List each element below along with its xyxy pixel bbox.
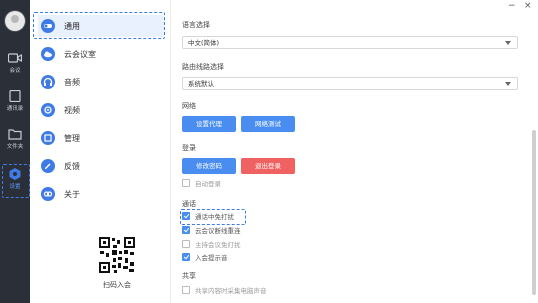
change-password-button[interactable]: 修改密码	[182, 158, 236, 174]
scrollbar[interactable]	[532, 130, 536, 295]
video-camera-icon	[8, 53, 22, 63]
qr-code-icon	[98, 236, 136, 274]
avatar[interactable]	[5, 11, 25, 31]
checkbox-label: 主持会议免打扰	[195, 241, 241, 249]
network-section-title: 网络	[182, 102, 196, 110]
category-manage[interactable]: 管理	[38, 127, 164, 149]
share-section-title: 共享	[182, 272, 196, 280]
about-icon	[41, 187, 55, 201]
network-test-button[interactable]: 网络测试	[241, 116, 295, 132]
checkbox-label: 共享内容时采集电脑声音	[195, 287, 267, 295]
rail-item-label: 通讯录	[6, 106, 24, 112]
folder-icon	[8, 129, 22, 140]
rail-item-label: 会议	[9, 68, 21, 74]
proxy-settings-button[interactable]: 设置代理	[182, 116, 236, 132]
headphones-icon	[41, 75, 55, 89]
logout-button[interactable]: 退出登录	[241, 158, 295, 174]
checkbox-label: 入会提示音	[195, 254, 228, 262]
manage-icon	[41, 131, 55, 145]
minimize-button[interactable]: −	[508, 1, 516, 11]
category-audio[interactable]: 音频	[38, 71, 164, 93]
route-section-title: 路由线路选择	[182, 63, 224, 71]
category-label: 云会议室	[64, 49, 96, 59]
checkbox-box	[182, 253, 190, 261]
close-button[interactable]: ×	[524, 1, 532, 11]
category-video[interactable]: 视频	[38, 99, 164, 121]
category-about[interactable]: 关于	[38, 183, 164, 205]
route-select[interactable]: 系统默认	[182, 77, 518, 90]
category-label: 管理	[64, 133, 80, 143]
category-cloud-room[interactable]: 云会议室	[38, 43, 164, 65]
contacts-icon	[9, 90, 21, 102]
language-section-title: 语言选择	[182, 21, 210, 29]
checkbox-box	[182, 226, 190, 234]
checkbox-box	[182, 240, 190, 248]
category-label: 音频	[64, 77, 80, 87]
chevron-down-icon	[505, 41, 511, 45]
call-section-title: 通话	[182, 200, 196, 208]
join-sound-checkbox[interactable]: 入会提示音	[182, 252, 228, 262]
category-label: 反馈	[64, 161, 80, 171]
host-dnd-checkbox[interactable]: 主持会议免打扰	[182, 239, 241, 249]
checkbox-label: 自动登录	[195, 180, 221, 188]
category-label: 视频	[64, 105, 80, 115]
app-nav-rail: 会议 通讯录 文件夹 设置	[0, 0, 30, 303]
language-select-value: 中文(简体)	[188, 39, 220, 47]
qr-label: 扫码入会	[103, 281, 131, 289]
checkbox-box	[182, 179, 190, 187]
rail-item-meeting[interactable]: 会议	[0, 46, 30, 82]
video-icon	[41, 103, 55, 117]
rail-item-contacts[interactable]: 通讯录	[0, 84, 30, 120]
category-label: 关于	[64, 189, 80, 199]
rail-item-label: 文件夹	[6, 144, 24, 150]
selection-highlight	[2, 164, 30, 198]
chevron-down-icon	[505, 82, 511, 86]
reconnect-checkbox[interactable]: 云会议断线重连	[182, 225, 241, 235]
feedback-icon	[41, 159, 55, 173]
language-select[interactable]: 中文(简体)	[182, 36, 518, 49]
route-select-value: 系统默认	[188, 80, 214, 88]
checkbox-box	[182, 286, 190, 294]
category-feedback[interactable]: 反馈	[38, 155, 164, 177]
capture-sound-checkbox[interactable]: 共享内容时采集电脑声音	[182, 285, 267, 295]
rail-item-folder[interactable]: 文件夹	[0, 122, 30, 158]
login-section-title: 登录	[182, 144, 196, 152]
selection-highlight	[33, 12, 165, 39]
selection-highlight	[180, 209, 246, 225]
settings-category-panel: 通用 云会议室 音频 视频 管理 反馈 关于 扫码入会	[30, 0, 171, 303]
auto-login-checkbox[interactable]: 自动登录	[182, 178, 221, 188]
settings-main: − × 语言选择 中文(简体) 路由线路选择 系统默认 网络 设置代理 网络测试…	[170, 0, 538, 303]
checkbox-label: 云会议断线重连	[195, 227, 241, 235]
cloud-icon	[41, 47, 55, 61]
